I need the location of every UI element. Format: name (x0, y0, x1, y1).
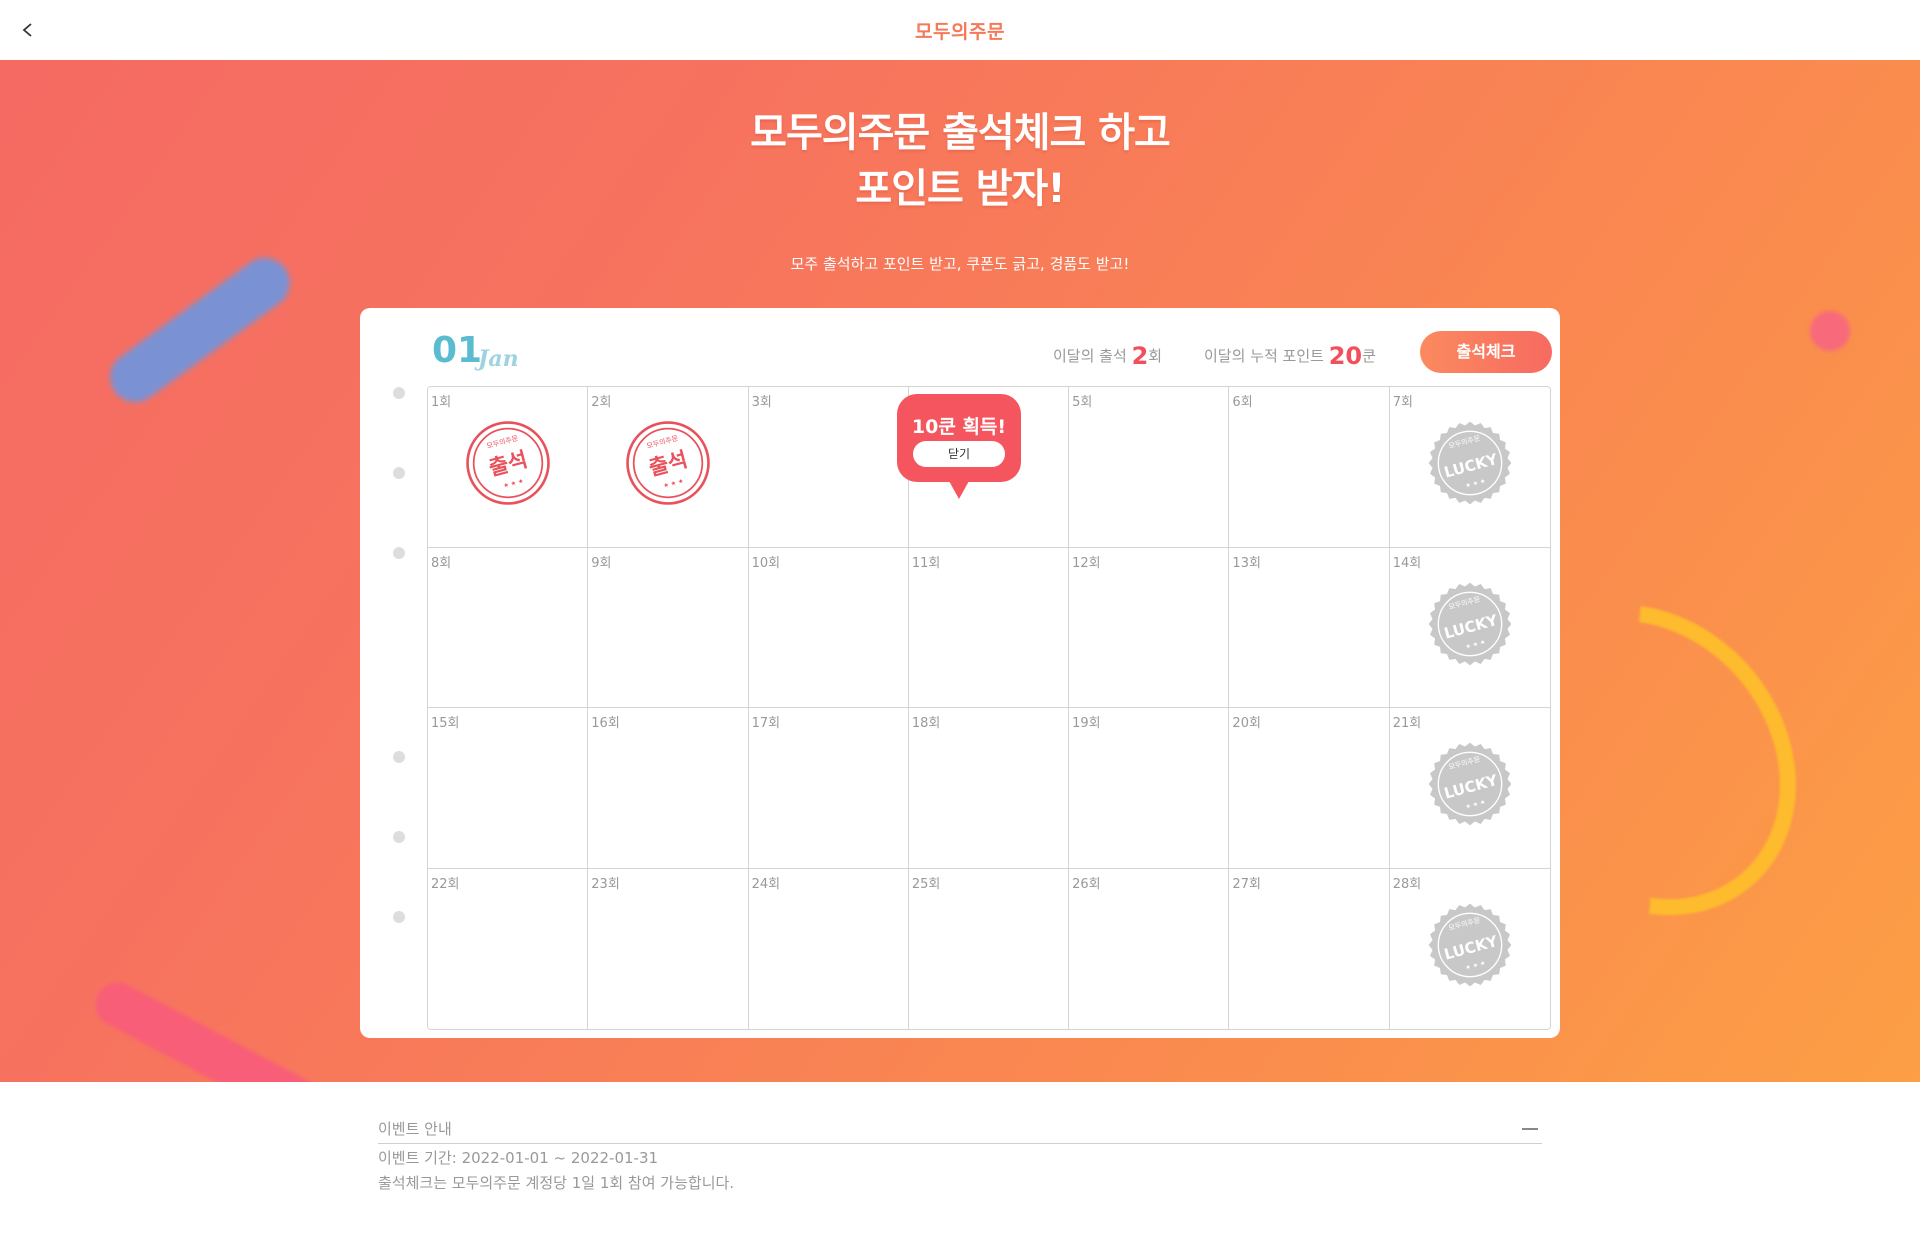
calendar-day-label: 13회 (1232, 555, 1261, 571)
calendar-day-cell: 10회 (748, 547, 909, 708)
calendar-day-label: 24회 (751, 876, 781, 892)
calendar-day-cell: 3회 (748, 387, 909, 548)
calendar-grid: 1회모두의주문출석★ ★ ★2회모두의주문출석★ ★ ★3회4회5회6회7회모두… (427, 386, 1551, 1030)
calendar-day-cell: 16회 (588, 708, 749, 869)
tooltip-close-button[interactable]: 닫기 (913, 441, 1005, 467)
calendar-day-label: 1회 (431, 395, 452, 410)
monthly-attendance-unit: 회 (1148, 347, 1163, 365)
binder-ring (393, 911, 405, 923)
calendar-day-label: 23회 (591, 876, 620, 892)
calendar-day-label: 7회 (1392, 395, 1413, 410)
calendar-day-label: 5회 (1072, 395, 1093, 410)
attended-stamp-icon: 모두의주문출석★ ★ ★ (626, 421, 711, 505)
calendar-day-cell: 22회 (428, 868, 589, 1029)
monthly-points-value: 20 (1328, 342, 1363, 370)
event-info-section: 이벤트 안내 이벤트 기간: 2022-01-01 ~ 2022-01-31 출… (378, 1115, 1542, 1196)
calendar-day-cell: 18회 (908, 708, 1070, 869)
calendar-day-label: 20회 (1232, 716, 1261, 731)
calendar-day-label: 14회 (1392, 555, 1422, 571)
calendar-day-cell: 23회 (588, 868, 749, 1029)
event-rule: 출석체크는 모두의주문 계정당 1일 1회 참여 가능합니다. (378, 1174, 735, 1192)
binder-ring (393, 387, 405, 399)
calendar-day-label: 3회 (751, 395, 772, 410)
calendar-day-cell: 28회모두의주문 LUCKY ★ ★ ★ (1390, 869, 1550, 1030)
calendar-day-label: 2회 (591, 395, 612, 410)
event-info-header[interactable]: 이벤트 안내 (378, 1115, 1542, 1144)
reward-tooltip-title: 10쿤 획득! (911, 416, 1007, 438)
calendar-day-label: 15회 (431, 716, 460, 731)
attendance-check-button[interactable]: 출석체크 (1420, 331, 1552, 373)
decoration-pink-dot (1810, 311, 1850, 351)
calendar-day-cell: 11회 (908, 547, 1070, 708)
monthly-attendance-label: 이달의 출석 (1053, 347, 1127, 365)
calendar-day-label: 18회 (911, 716, 941, 731)
hero-banner: 모두의주문 출석체크 하고 포인트 받자! 모주 출석하고 포인트 받고, 쿠폰… (0, 60, 1920, 1082)
calendar-day-cell: 17회 (748, 708, 909, 869)
month-english: Jan (478, 346, 519, 372)
event-info-heading: 이벤트 안내 (378, 1120, 452, 1138)
calendar-day-label: 16회 (591, 716, 620, 731)
monthly-attendance-count: 2 (1131, 342, 1149, 370)
hero-title-line2: 포인트 받자! (855, 166, 1065, 212)
calendar-day-cell: 24회 (749, 868, 909, 1029)
monthly-points: 이달의 누적 포인트 20쿤 (1204, 342, 1376, 370)
calendar-day-label: 21회 (1392, 716, 1422, 731)
page-title: 모두의주문 (915, 21, 1005, 43)
calendar-day-label: 19회 (1072, 716, 1101, 731)
lucky-stamp-icon: 모두의주문LUCKY★ ★ ★ (1428, 582, 1512, 665)
lucky-stamp-icon: 모두의주문LUCKY★ ★ ★ (1428, 421, 1512, 505)
calendar-day-label: 12회 (1072, 555, 1101, 571)
calendar-day-cell: 13회 (1229, 547, 1390, 708)
collapse-minus-icon[interactable] (1522, 1128, 1538, 1130)
decoration-pink-bar (87, 974, 383, 1082)
calendar-day-label: 22회 (431, 876, 460, 892)
calendar-day-cell: 26회 (1069, 868, 1230, 1029)
calendar-day-label: 6회 (1232, 395, 1253, 410)
calendar-day-label: 11회 (911, 555, 941, 571)
calendar-day-cell: 15회 (428, 708, 589, 869)
hero-subtitle: 모주 출석하고 포인트 받고, 쿠폰도 긁고, 경품도 받고! (790, 255, 1130, 273)
hero-title-line1: 모두의주문 출석체크 하고 (750, 110, 1171, 156)
binder-ring (393, 467, 405, 479)
monthly-points-unit: 쿤 (1362, 347, 1376, 365)
attendance-calendar-card: 01 Jan 이달의 출석 2회 이달의 누적 포인트 20쿤 출석체크 1회모… (360, 308, 1560, 1038)
calendar-day-label: 10회 (751, 555, 781, 571)
lucky-stamp-icon: 모두의주문LUCKY★ ★ ★ (1428, 903, 1512, 986)
calendar-day-cell: 6회 (1229, 387, 1390, 548)
calendar-day-cell: 8회 (428, 547, 589, 708)
calendar-day-cell: 9회 (588, 547, 749, 708)
calendar-day-cell: 27회 (1229, 868, 1390, 1029)
monthly-attendance: 이달의 출석 2회 (1053, 342, 1162, 370)
calendar-day-label: 9회 (591, 555, 612, 571)
calendar-day-label: 26회 (1072, 876, 1101, 892)
calendar-day-cell: 1회모두의주문 출석 ★ ★ ★ (428, 387, 589, 548)
calendar-day-label: 28회 (1392, 876, 1422, 892)
month-number: 01 (432, 330, 483, 371)
calendar-day-cell: 21회모두의주문 LUCKY ★ ★ ★ (1389, 708, 1550, 869)
calendar-day-cell: 12회 (1069, 547, 1230, 708)
event-period: 이벤트 기간: 2022-01-01 ~ 2022-01-31 (378, 1149, 659, 1167)
calendar-day-cell: 25회 (909, 868, 1070, 1029)
top-bar: 모두의주문 (0, 0, 1920, 61)
calendar-day-cell: 7회모두의주문 LUCKY ★ ★ ★ (1389, 387, 1550, 548)
calendar-day-label: 17회 (751, 716, 781, 731)
lucky-stamp-icon: 모두의주문LUCKY★ ★ ★ (1428, 742, 1512, 826)
reward-tooltip: 10쿤 획득! 닫기 (897, 394, 1021, 499)
calendar-day-cell: 2회모두의주문 출석 ★ ★ ★ (588, 387, 749, 548)
calendar-day-label: 27회 (1232, 876, 1261, 892)
calendar-day-label: 25회 (911, 876, 941, 892)
binder-ring (393, 751, 405, 763)
binder-ring (393, 547, 405, 559)
calendar-day-label: 8회 (431, 555, 452, 571)
calendar-day-cell: 5회 (1069, 387, 1230, 548)
monthly-points-label: 이달의 누적 포인트 (1204, 347, 1324, 365)
calendar-day-cell: 14회모두의주문 LUCKY ★ ★ ★ (1389, 548, 1550, 708)
hero-title: 모두의주문 출석체크 하고 포인트 받자! (0, 105, 1920, 217)
calendar-day-cell: 20회 (1229, 708, 1390, 869)
attended-stamp-icon: 모두의주문출석★ ★ ★ (466, 421, 550, 505)
calendar-day-cell: 19회 (1069, 708, 1230, 869)
binder-ring (393, 831, 405, 843)
